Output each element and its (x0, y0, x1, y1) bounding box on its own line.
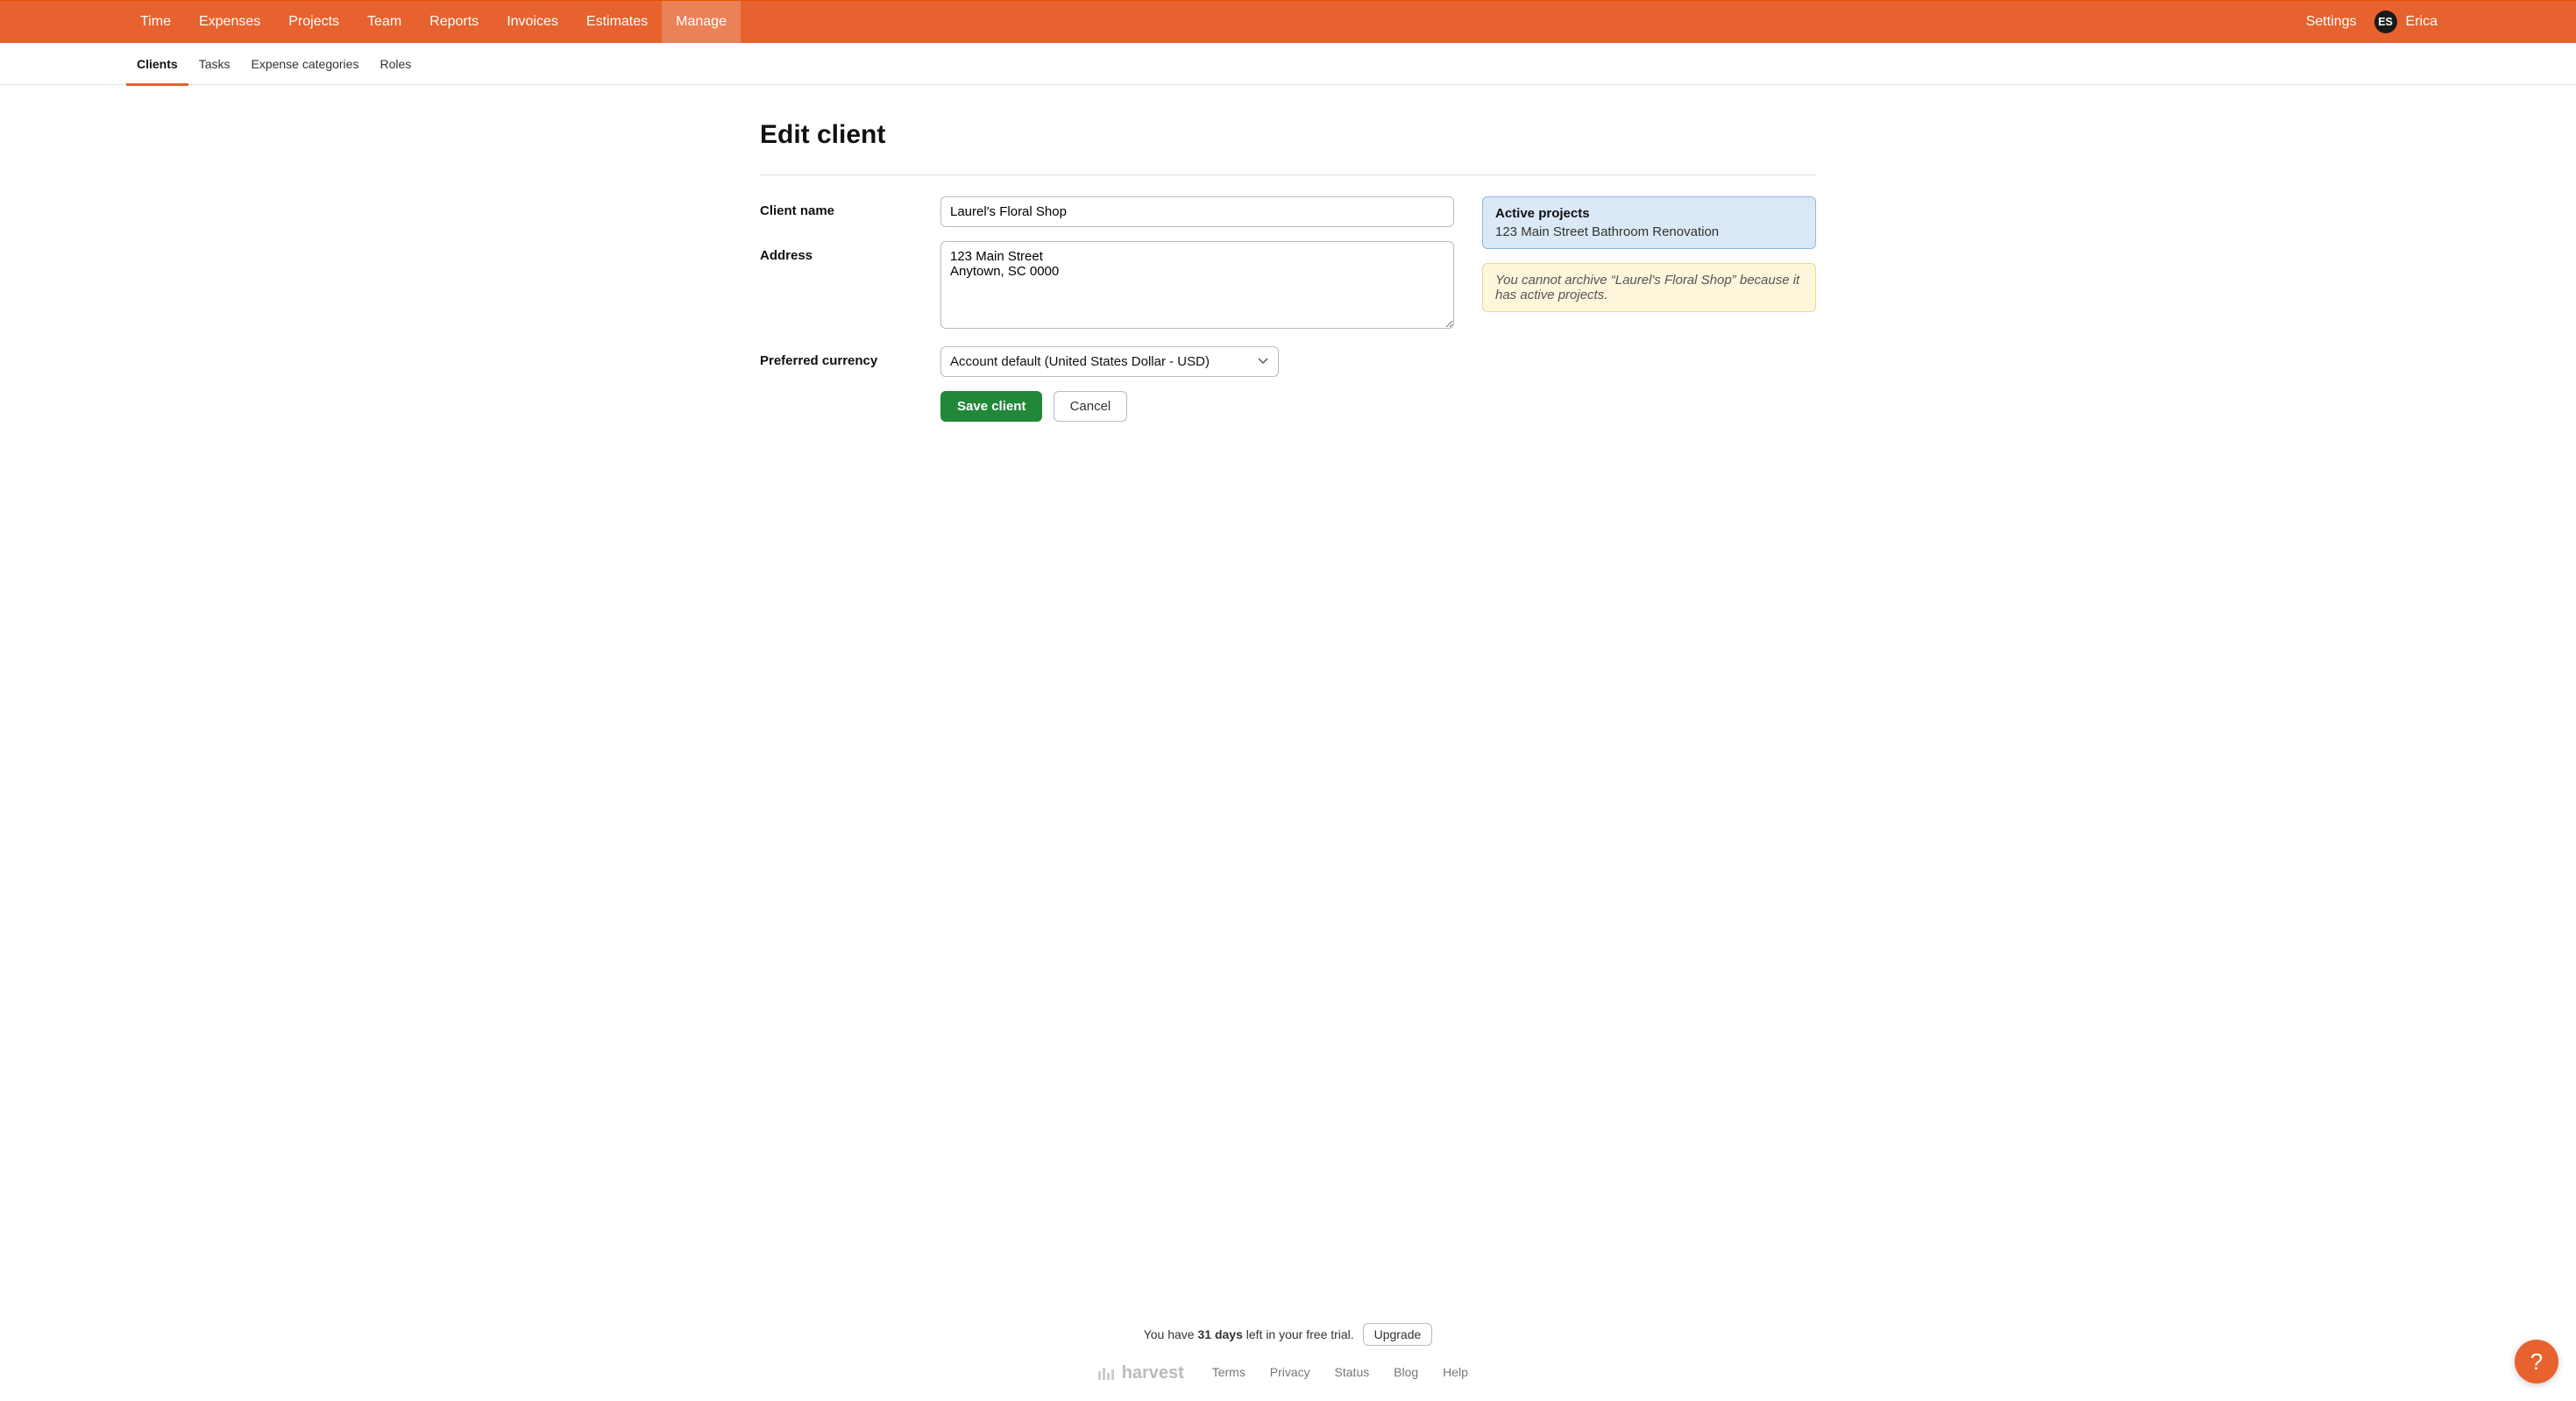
question-icon: ? (2530, 1348, 2543, 1376)
nav-projects[interactable]: Projects (274, 1, 353, 43)
nav-username[interactable]: Erica (2402, 14, 2438, 30)
trial-prefix: You have (1144, 1327, 1198, 1341)
main-nav: Time Expenses Projects Team Reports Invo… (0, 1, 2576, 43)
label-client-name: Client name (760, 196, 940, 227)
footer-link-blog[interactable]: Blog (1394, 1365, 1418, 1379)
footer-links: harvest Terms Privacy Status Blog Help (0, 1363, 2576, 1383)
row-currency: Preferred currency Account default (Unit… (760, 346, 1454, 377)
subnav-expense-categories[interactable]: Expense categories (240, 43, 369, 85)
page-title: Edit client (760, 120, 1816, 150)
nav-right: Settings ES Erica (2294, 11, 2569, 33)
form-area: Client name Address Preferred currency A… (760, 196, 1816, 422)
divider (760, 174, 1816, 175)
trial-bar: You have 31 days left in your free trial… (0, 1323, 2576, 1346)
active-projects-title: Active projects (1495, 206, 1803, 221)
row-address: Address (760, 241, 1454, 332)
nav-expenses[interactable]: Expenses (185, 1, 274, 43)
save-button[interactable]: Save client (940, 391, 1042, 422)
actions: Save client Cancel (760, 391, 1454, 422)
active-projects-panel: Active projects 123 Main Street Bathroom… (1482, 196, 1816, 249)
nav-team[interactable]: Team (353, 1, 415, 43)
avatar[interactable]: ES (2374, 11, 2397, 33)
nav-invoices[interactable]: Invoices (493, 1, 572, 43)
footer-link-terms[interactable]: Terms (1212, 1365, 1245, 1379)
nav-reports[interactable]: Reports (415, 1, 493, 43)
project-link[interactable]: 123 Main Street Bathroom Renovation (1495, 224, 1803, 239)
footer-link-status[interactable]: Status (1335, 1365, 1370, 1379)
nav-left: Time Expenses Projects Team Reports Invo… (126, 1, 741, 43)
sub-nav: Clients Tasks Expense categories Roles (0, 43, 2576, 85)
nav-estimates[interactable]: Estimates (572, 1, 662, 43)
help-fab[interactable]: ? (2515, 1340, 2558, 1383)
label-preferred-currency: Preferred currency (760, 346, 940, 377)
subnav-clients[interactable]: Clients (126, 43, 188, 85)
row-client-name: Client name (760, 196, 1454, 227)
currency-select[interactable]: Account default (United States Dollar - … (940, 346, 1279, 377)
subnav-tasks[interactable]: Tasks (188, 43, 241, 85)
trial-days: 31 days (1197, 1327, 1242, 1341)
footer: You have 31 days left in your free trial… (0, 1323, 2576, 1383)
brand-logo: harvest (1097, 1363, 1184, 1383)
brand-text: harvest (1122, 1363, 1184, 1383)
label-address: Address (760, 241, 940, 332)
harvest-icon (1097, 1366, 1117, 1382)
address-input[interactable] (940, 241, 1454, 329)
client-name-input[interactable] (940, 196, 1454, 227)
archive-warning-panel: You cannot archive “Laurel's Floral Shop… (1482, 263, 1816, 312)
currency-value: Account default (United States Dollar - … (940, 346, 1279, 377)
side-col: Active projects 123 Main Street Bathroom… (1482, 196, 1816, 422)
content: Edit client Client name Address Preferre… (760, 85, 1816, 422)
nav-manage[interactable]: Manage (662, 1, 741, 43)
upgrade-button[interactable]: Upgrade (1363, 1323, 1433, 1346)
footer-link-privacy[interactable]: Privacy (1270, 1365, 1310, 1379)
form-col: Client name Address Preferred currency A… (760, 196, 1454, 422)
nav-time[interactable]: Time (126, 1, 185, 43)
nav-settings[interactable]: Settings (2294, 14, 2369, 30)
cancel-button[interactable]: Cancel (1054, 391, 1128, 422)
trial-suffix: left in your free trial. (1243, 1327, 1354, 1341)
subnav-roles[interactable]: Roles (369, 43, 422, 85)
footer-link-help[interactable]: Help (1443, 1365, 1468, 1379)
